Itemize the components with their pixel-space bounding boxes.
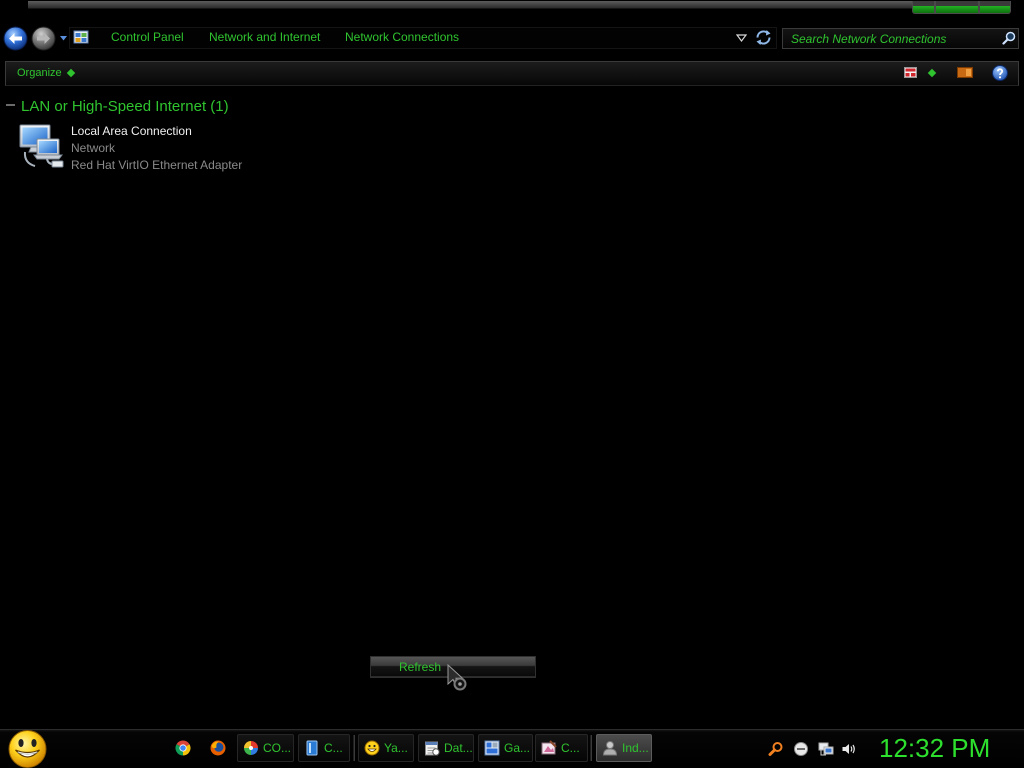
connection-status: Network — [71, 141, 116, 155]
taskbar-button-label: C... — [561, 741, 580, 755]
date-time-icon — [425, 741, 440, 756]
taskbar-button-label: Dat... — [444, 741, 473, 755]
forward-arrow-icon — [31, 26, 56, 51]
smiley-start-icon[interactable] — [8, 729, 47, 768]
refresh-icon — [756, 30, 771, 45]
control-panel-icon — [73, 29, 89, 45]
organize-label: Organize — [17, 66, 62, 79]
group-header[interactable]: LAN or High-Speed Internet (1) — [21, 98, 229, 115]
chevron-down-icon — [60, 36, 67, 41]
network-connection-icon — [17, 122, 65, 170]
taskbar-button-label: CO... — [263, 741, 292, 755]
messenger-smiley-icon — [364, 740, 380, 756]
taskbar-button[interactable]: Ya... — [358, 734, 414, 762]
taskbar-button-label: Ind... — [622, 741, 649, 755]
refresh-button[interactable] — [754, 28, 773, 47]
taskbar-button[interactable]: C... — [535, 734, 588, 762]
book-icon — [306, 740, 318, 756]
recent-pages-dropdown[interactable] — [59, 35, 68, 42]
help-icon[interactable] — [992, 65, 1008, 81]
chevron-down-icon — [736, 34, 747, 42]
search-icon[interactable] — [1002, 31, 1016, 45]
breadcrumb-control-panel[interactable]: Control Panel — [111, 30, 184, 44]
dropdown-diamond-icon — [66, 68, 75, 78]
back-arrow-icon — [3, 26, 28, 51]
taskbar-button[interactable]: Ga... — [478, 734, 533, 762]
paint-icon — [541, 740, 557, 755]
command-bar — [5, 61, 1019, 86]
taskbar-button[interactable]: Ind... — [596, 734, 652, 762]
context-menu-item-label: Refresh — [399, 660, 442, 674]
palette-icon — [244, 741, 258, 755]
chrome-icon[interactable] — [175, 740, 191, 756]
gadgets-icon — [484, 740, 500, 756]
forward-button[interactable] — [31, 26, 56, 51]
search-box[interactable] — [782, 28, 1019, 49]
preview-pane-icon[interactable] — [957, 67, 973, 78]
taskbar-button[interactable]: CO... — [237, 734, 294, 762]
search-input[interactable] — [783, 29, 997, 48]
connection-name: Local Area Connection — [71, 124, 192, 138]
taskbar-button[interactable]: Dat... — [418, 734, 474, 762]
back-button[interactable] — [3, 26, 28, 51]
connection-item[interactable]: Local Area Connection Network Red Hat Vi… — [15, 120, 275, 174]
clock[interactable]: 12:32 PM — [879, 733, 990, 763]
organize-button[interactable]: Organize — [17, 66, 75, 80]
busy-cursor-icon — [447, 664, 475, 696]
address-history-dropdown[interactable] — [736, 34, 747, 42]
user-icon — [602, 741, 618, 756]
taskbar-separator — [353, 735, 355, 761]
volume-icon[interactable] — [841, 741, 857, 757]
search-icon[interactable] — [768, 741, 784, 757]
window-title-bar[interactable] — [28, 1, 912, 9]
connection-device: Red Hat VirtIO Ethernet Adapter — [71, 158, 243, 172]
taskbar-button-label: C... — [324, 741, 343, 755]
change-view-icon[interactable] — [904, 67, 917, 78]
close-button[interactable] — [979, 1, 1011, 14]
group-collapse-toggle[interactable] — [6, 104, 16, 107]
breadcrumb-network-connections[interactable]: Network Connections — [345, 30, 459, 44]
taskbar-separator — [590, 735, 592, 761]
network-icon[interactable] — [818, 741, 834, 757]
maximize-button[interactable] — [935, 1, 979, 14]
breadcrumb-network-and-internet[interactable]: Network and Internet — [209, 30, 320, 44]
action-center-icon[interactable] — [793, 741, 809, 757]
firefox-icon[interactable] — [210, 740, 226, 756]
taskbar-button-label: Ga... — [504, 741, 531, 755]
taskbar-button[interactable]: C... — [298, 734, 350, 762]
taskbar-button-label: Ya... — [384, 741, 408, 755]
minimize-button[interactable] — [912, 1, 935, 14]
